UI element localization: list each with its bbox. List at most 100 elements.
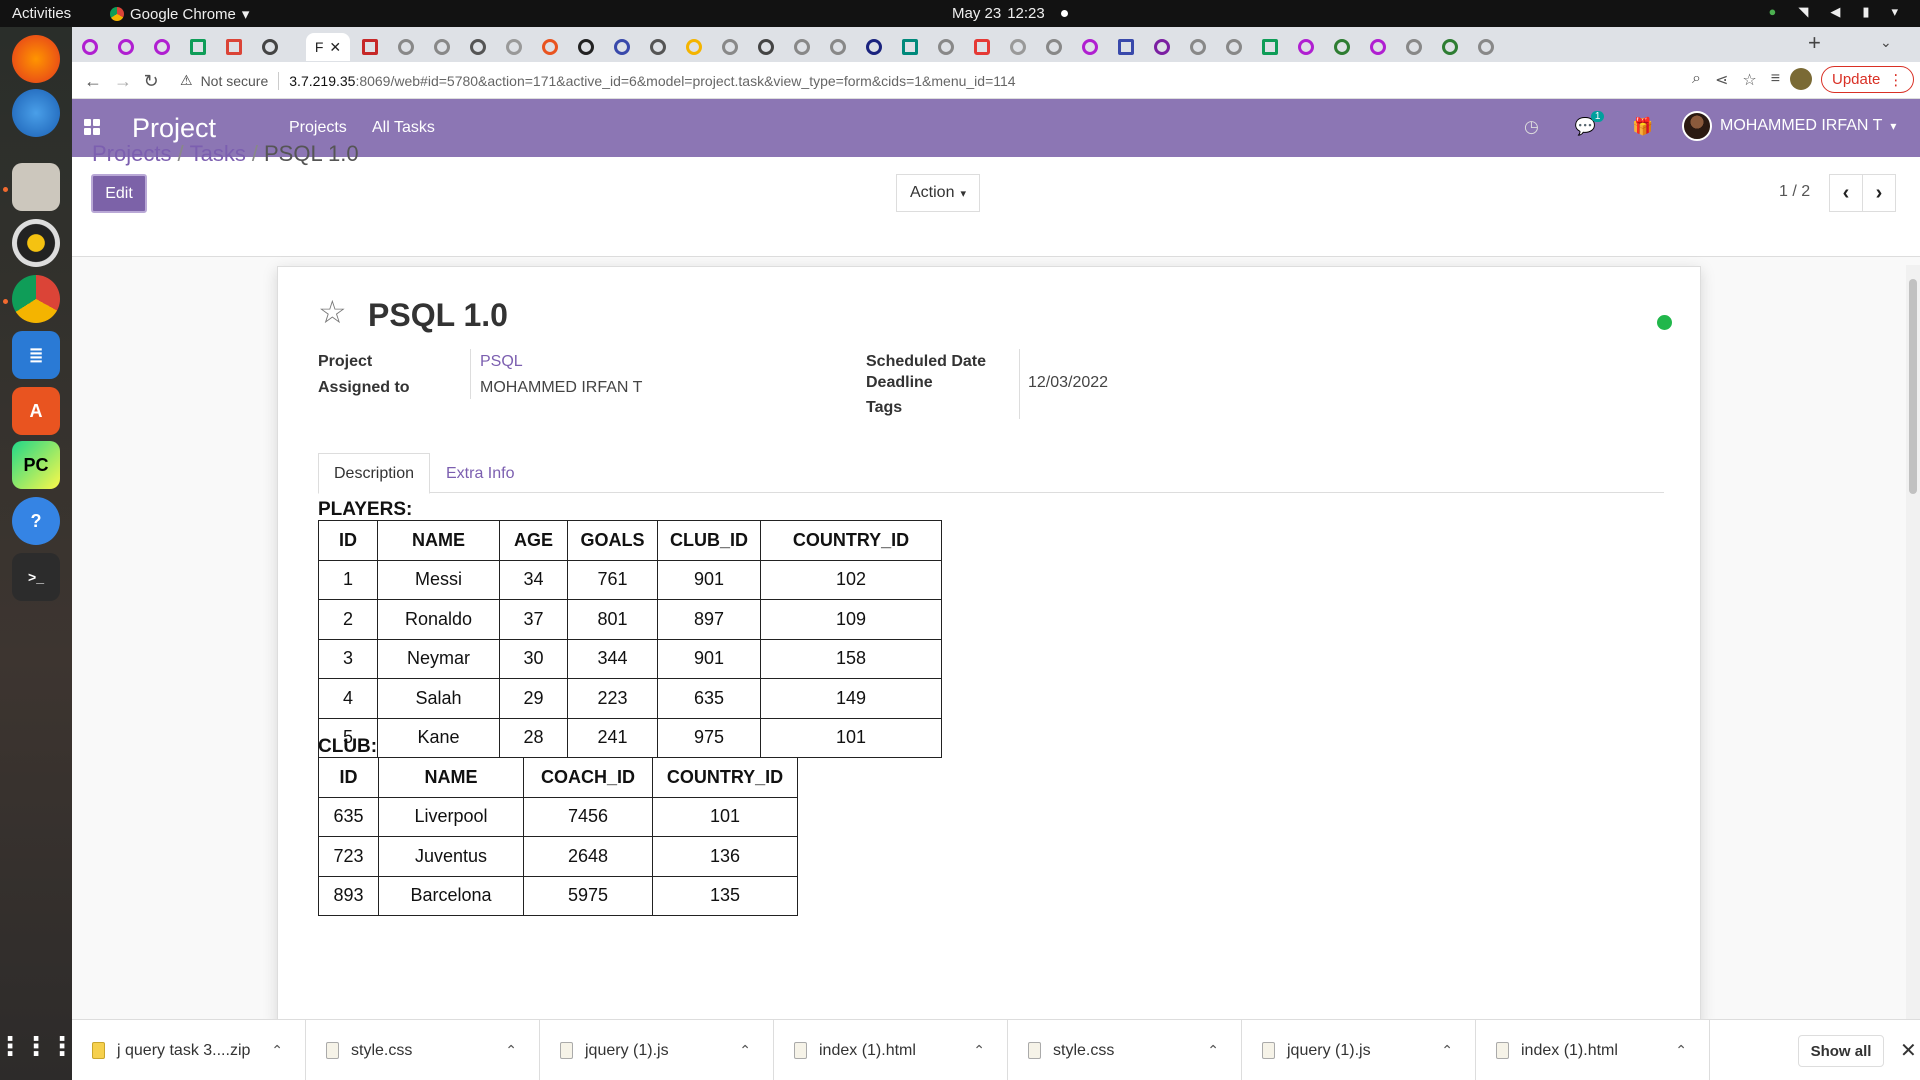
browser-tab[interactable] bbox=[856, 33, 892, 61]
browser-tab[interactable] bbox=[1144, 33, 1180, 61]
download-item[interactable]: style.css ⌃ bbox=[1008, 1020, 1242, 1080]
download-item[interactable]: jquery (1).js ⌃ bbox=[1242, 1020, 1476, 1080]
download-item[interactable]: style.css ⌃ bbox=[306, 1020, 540, 1080]
browser-tab[interactable] bbox=[604, 33, 640, 61]
writer-icon[interactable]: ≣ bbox=[12, 331, 60, 379]
download-item[interactable]: jquery (1).js ⌃ bbox=[540, 1020, 774, 1080]
browser-tab[interactable] bbox=[424, 33, 460, 61]
forward-arrow-icon[interactable]: → bbox=[110, 68, 136, 94]
user-menu[interactable]: MOHAMMED IRFAN T ▾ bbox=[1682, 111, 1896, 141]
browser-tab[interactable] bbox=[1288, 33, 1324, 61]
chevron-up-icon[interactable]: ⌃ bbox=[739, 1042, 751, 1059]
profile-avatar-icon[interactable] bbox=[1790, 68, 1812, 90]
browser-tab[interactable] bbox=[252, 33, 288, 61]
browser-tab[interactable] bbox=[532, 33, 568, 61]
browser-tab[interactable] bbox=[820, 33, 856, 61]
breadcrumb-tasks[interactable]: Tasks bbox=[190, 141, 246, 166]
edit-button[interactable]: Edit bbox=[91, 174, 147, 213]
share-icon[interactable]: ⋖ bbox=[1715, 70, 1728, 90]
chrome-dock-icon[interactable] bbox=[12, 275, 60, 323]
pager-previous-button[interactable]: ‹ bbox=[1829, 174, 1863, 212]
browser-tab[interactable] bbox=[388, 33, 424, 61]
address-bar[interactable]: ⚠ Not secure 3.7.219.35 :8069/web#id=578… bbox=[180, 66, 1710, 95]
reload-icon[interactable]: ↻ bbox=[138, 68, 164, 94]
scrollbar-thumb[interactable] bbox=[1909, 279, 1917, 494]
reading-list-icon[interactable]: ≡ bbox=[1771, 70, 1780, 90]
zoom-icon[interactable]: ⌕ bbox=[1692, 70, 1701, 90]
activities-button[interactable]: Activities bbox=[12, 5, 71, 22]
field-value-deadline[interactable]: 12/03/2022 bbox=[1028, 374, 1108, 392]
browser-tab[interactable] bbox=[1468, 33, 1504, 61]
files-icon[interactable] bbox=[12, 163, 60, 211]
browser-tab[interactable] bbox=[144, 33, 180, 61]
browser-tab[interactable] bbox=[1324, 33, 1360, 61]
tab-search-icon[interactable]: ⌄ bbox=[1880, 34, 1892, 51]
new-tab-button[interactable]: + bbox=[1808, 30, 1821, 56]
browser-tab[interactable] bbox=[180, 33, 216, 61]
show-all-downloads-button[interactable]: Show all bbox=[1798, 1035, 1884, 1067]
browser-tab[interactable] bbox=[216, 33, 252, 61]
priority-star-icon[interactable]: ☆ bbox=[318, 293, 347, 331]
download-item[interactable]: index (1).html ⌃ bbox=[1476, 1020, 1710, 1080]
browser-tab[interactable] bbox=[928, 33, 964, 61]
browser-tab[interactable] bbox=[1396, 33, 1432, 61]
app-title[interactable]: Project bbox=[132, 113, 216, 144]
browser-tab[interactable] bbox=[1108, 33, 1144, 61]
browser-tab-active[interactable]: F ✕ bbox=[306, 33, 350, 61]
browser-tab[interactable] bbox=[1180, 33, 1216, 61]
thunderbird-icon[interactable] bbox=[12, 89, 60, 137]
chat-icon[interactable]: 💬 1 bbox=[1575, 111, 1605, 137]
software-center-icon[interactable]: A bbox=[12, 387, 60, 435]
chevron-up-icon[interactable]: ⌃ bbox=[505, 1042, 517, 1059]
menu-projects[interactable]: Projects bbox=[289, 119, 347, 137]
browser-tab[interactable] bbox=[72, 33, 108, 61]
chrome-update-button[interactable]: Update ⋮ bbox=[1821, 66, 1915, 93]
browser-tab[interactable] bbox=[352, 33, 388, 61]
browser-tab[interactable] bbox=[108, 33, 144, 61]
action-dropdown[interactable]: Action ▾ bbox=[896, 174, 980, 212]
chevron-up-icon[interactable]: ⌃ bbox=[271, 1042, 283, 1059]
app-menu[interactable]: Google Chrome ▾ bbox=[110, 5, 249, 23]
browser-tab[interactable] bbox=[460, 33, 496, 61]
browser-tab[interactable] bbox=[784, 33, 820, 61]
help-icon[interactable]: ? bbox=[12, 497, 60, 545]
chevron-up-icon[interactable]: ⌃ bbox=[1207, 1042, 1219, 1059]
field-value-assigned-to[interactable]: MOHAMMED IRFAN T bbox=[480, 379, 642, 397]
browser-tab[interactable] bbox=[1072, 33, 1108, 61]
kanban-state-indicator[interactable] bbox=[1657, 315, 1672, 330]
browser-tab[interactable] bbox=[496, 33, 532, 61]
breadcrumb-projects[interactable]: Projects bbox=[92, 141, 171, 166]
show-apps-icon[interactable]: ⋮⋮⋮ bbox=[0, 1022, 75, 1070]
download-item[interactable]: j query task 3....zip ⌃ bbox=[72, 1020, 306, 1080]
activity-clock-icon[interactable]: ◷ bbox=[1524, 117, 1539, 137]
browser-tab[interactable] bbox=[1216, 33, 1252, 61]
browser-tab[interactable] bbox=[712, 33, 748, 61]
browser-tab[interactable] bbox=[892, 33, 928, 61]
browser-tab[interactable] bbox=[1360, 33, 1396, 61]
chevron-up-icon[interactable]: ⌃ bbox=[973, 1042, 985, 1059]
clock[interactable]: May 23 12:23 bbox=[952, 5, 1068, 22]
pager-next-button[interactable]: › bbox=[1862, 174, 1896, 212]
browser-tab[interactable] bbox=[676, 33, 712, 61]
browser-tab[interactable] bbox=[568, 33, 604, 61]
browser-tab[interactable] bbox=[1252, 33, 1288, 61]
apps-grid-icon[interactable] bbox=[84, 119, 100, 135]
browser-tab[interactable] bbox=[1000, 33, 1036, 61]
browser-tab[interactable] bbox=[1432, 33, 1468, 61]
terminal-icon[interactable]: >_ bbox=[12, 553, 60, 601]
pycharm-icon[interactable]: PC bbox=[12, 441, 60, 489]
pager-value[interactable]: 1 / 2 bbox=[1779, 183, 1810, 201]
close-tab-icon[interactable]: ✕ bbox=[329, 39, 341, 56]
browser-tab[interactable] bbox=[640, 33, 676, 61]
tab-extra-info[interactable]: Extra Info bbox=[446, 465, 514, 483]
chevron-up-icon[interactable]: ⌃ bbox=[1675, 1042, 1687, 1059]
browser-tab[interactable] bbox=[748, 33, 784, 61]
system-tray[interactable]: ● ◥ ◀ ▮ ▾ bbox=[1768, 4, 1898, 20]
tab-description[interactable]: Description bbox=[318, 453, 430, 494]
browser-tab[interactable] bbox=[1036, 33, 1072, 61]
firefox-icon[interactable] bbox=[12, 35, 60, 83]
field-value-project[interactable]: PSQL bbox=[480, 353, 523, 371]
rhythmbox-icon[interactable] bbox=[12, 219, 60, 267]
back-arrow-icon[interactable]: ← bbox=[80, 68, 106, 94]
close-download-bar-icon[interactable]: ✕ bbox=[1900, 1038, 1917, 1063]
